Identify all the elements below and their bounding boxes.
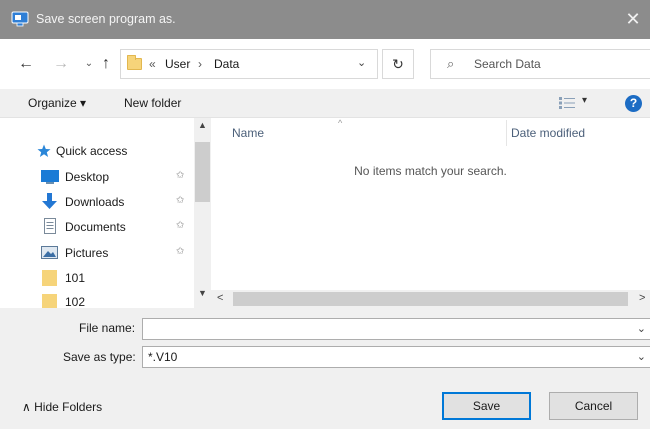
documents-icon [44, 218, 56, 234]
sidebar-item-downloads[interactable]: Downloads ✩ [0, 191, 194, 213]
sidebar-item-label: Quick access [56, 144, 128, 158]
scroll-down-arrow-icon[interactable]: ▼ [194, 288, 211, 298]
new-folder-button[interactable]: New folder [124, 96, 181, 110]
sidebar-item-label: 102 [65, 295, 86, 308]
window-title: Save screen program as. [36, 12, 176, 26]
view-options-icon[interactable] [559, 97, 575, 109]
sidebar-item-label: 101 [65, 271, 86, 285]
navigation-pane-scrollbar[interactable]: ▲ ▼ [194, 118, 211, 308]
sidebar-item-documents[interactable]: Documents ✩ [0, 216, 194, 238]
search-icon: ⌕ [447, 56, 455, 71]
column-header-date-modified[interactable]: Date modified [511, 126, 585, 140]
breadcrumb-user[interactable]: User [165, 57, 190, 71]
star-icon [37, 144, 51, 157]
sidebar-item-label: Downloads [65, 195, 125, 209]
hide-folders-button[interactable]: ∧ Hide Folders [22, 400, 102, 414]
pin-icon[interactable]: ✩ [176, 220, 184, 231]
navigation-pane: Quick access Desktop ✩ Downloads ✩ Docum… [0, 118, 194, 308]
sidebar-item-label: Documents [65, 220, 126, 234]
sidebar-item-label: Pictures [65, 246, 109, 260]
scroll-right-arrow-icon[interactable]: > [639, 292, 645, 304]
sidebar-item-101[interactable]: 101 [0, 267, 194, 289]
file-name-label: File name: [79, 321, 136, 335]
save-button[interactable]: Save [442, 392, 531, 420]
refresh-button[interactable]: ↻ [382, 49, 414, 79]
breadcrumb-overflow-icon[interactable]: « [149, 57, 156, 71]
file-name-field[interactable]: ⌄ [142, 318, 650, 340]
breadcrumb-data[interactable]: Data [214, 57, 239, 71]
file-list: ^ Name Date modified No items match your… [211, 118, 650, 290]
save-as-type-select[interactable]: *.V10 ⌄ [142, 346, 650, 368]
view-dropdown-chevron-icon[interactable]: ▾ [582, 95, 587, 106]
scroll-left-arrow-icon[interactable]: < [217, 292, 223, 304]
sidebar-item-pictures[interactable]: Pictures ✩ [0, 242, 194, 264]
help-icon[interactable]: ? [625, 95, 642, 112]
organize-menu-button[interactable]: Organize ▾ [28, 96, 86, 110]
pin-icon[interactable]: ✩ [176, 246, 184, 257]
folder-icon [127, 55, 142, 70]
breadcrumb-separator: › [198, 57, 202, 71]
empty-state-message: No items match your search. [354, 164, 507, 178]
column-divider[interactable] [506, 120, 507, 146]
sidebar-item-label: Desktop [65, 170, 110, 184]
download-icon [42, 193, 57, 209]
save-as-type-chevron-icon[interactable]: ⌄ [637, 350, 646, 363]
scrollbar-thumb[interactable] [233, 292, 628, 306]
search-placeholder: Search Data [474, 57, 541, 71]
address-dropdown-chevron-icon[interactable]: ⌄ [357, 56, 366, 69]
pin-icon[interactable]: ✩ [176, 195, 184, 206]
save-as-type-value: *.V10 [148, 350, 178, 364]
address-row: ← → ⌄ ↑ « User › Data ⌄ ↻ ⌕ Search Data [0, 39, 650, 89]
sidebar-item-quick-access[interactable]: Quick access [0, 140, 194, 162]
back-arrow-icon[interactable]: ← [17, 55, 35, 73]
scrollbar-thumb[interactable] [195, 142, 210, 202]
sort-ascending-icon: ^ [338, 118, 343, 128]
pin-icon[interactable]: ✩ [176, 170, 184, 181]
title-bar: Save screen program as. ✕ [0, 0, 650, 39]
pictures-icon [41, 246, 58, 259]
cancel-button[interactable]: Cancel [549, 392, 638, 420]
file-list-horizontal-scrollbar[interactable]: < > [211, 290, 650, 308]
sidebar-item-desktop[interactable]: Desktop ✩ [0, 166, 194, 188]
recent-locations-chevron-icon[interactable]: ⌄ [80, 55, 98, 73]
save-form: File name: ⌄ Save as type: *.V10 ⌄ ∧ Hid… [0, 308, 650, 429]
column-header-name[interactable]: Name [232, 126, 264, 140]
up-arrow-icon[interactable]: ↑ [97, 55, 115, 73]
app-icon [11, 11, 29, 27]
folder-icon [42, 294, 57, 308]
folder-icon [42, 270, 57, 286]
forward-arrow-icon[interactable]: → [52, 55, 70, 73]
desktop-icon [41, 170, 59, 184]
scroll-up-arrow-icon[interactable]: ▲ [194, 120, 211, 130]
search-input[interactable]: ⌕ Search Data [430, 49, 650, 79]
close-button[interactable]: ✕ [616, 0, 650, 39]
address-bar[interactable]: « User › Data ⌄ [120, 49, 378, 79]
sidebar-item-102[interactable]: 102 [0, 291, 194, 308]
command-bar: Organize ▾ New folder ▾ ? [0, 89, 650, 118]
file-name-dropdown-chevron-icon[interactable]: ⌄ [637, 322, 646, 335]
save-as-type-label: Save as type: [63, 350, 136, 364]
